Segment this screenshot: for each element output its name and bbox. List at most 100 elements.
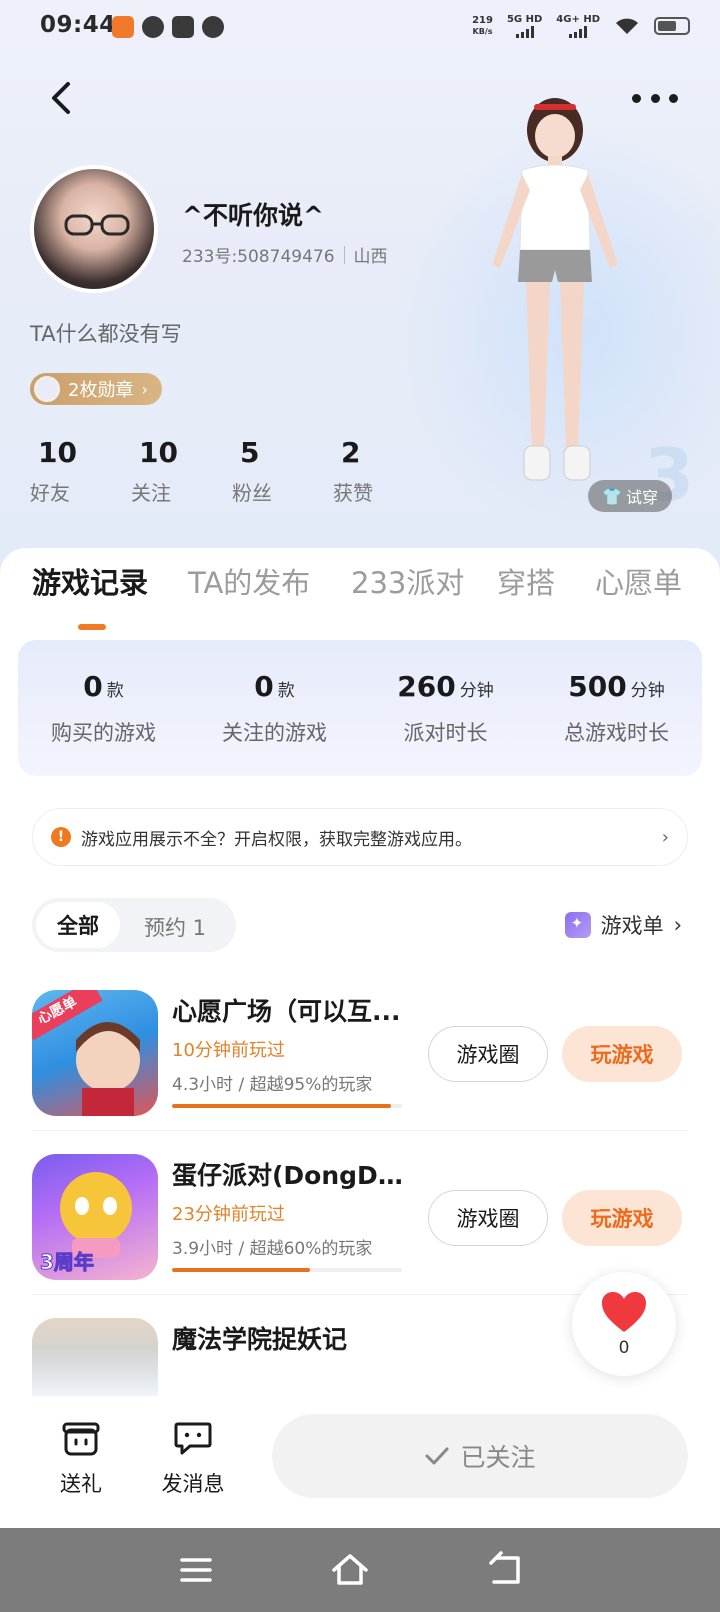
app-notification-icon [112, 16, 134, 38]
stat-label: 好友 [30, 481, 70, 505]
menu-icon[interactable] [176, 1550, 216, 1590]
filter-preorder[interactable]: 预约 1 [144, 912, 206, 942]
game-icon: 3周年 [32, 1154, 158, 1280]
warning-icon: ! [51, 827, 71, 847]
summary-followed[interactable]: 0款 关注的游戏 [189, 640, 360, 776]
like-count: 0 [618, 1338, 630, 1358]
avatar[interactable] [30, 165, 158, 293]
playtime-progress-fill [172, 1268, 310, 1272]
summary-label: 派对时长 [403, 721, 488, 745]
notification-icons [112, 16, 224, 38]
signal-bars-icon [515, 26, 534, 38]
stat-likes[interactable]: 2 获赞 [333, 436, 434, 506]
send-gift-button[interactable]: 送礼 [36, 1416, 126, 1498]
signal-4g: 4G+ HD [556, 14, 600, 38]
heart-icon [602, 1292, 646, 1332]
play-game-button[interactable]: 玩游戏 [562, 1026, 682, 1082]
filter-all[interactable]: 全部 [36, 902, 120, 948]
game-list-label: 游戏单 [600, 914, 664, 938]
summary-value: 0 [254, 670, 274, 703]
tab-outfits[interactable]: 穿搭 [497, 560, 555, 602]
game-filter: 全部 预约 1 [32, 898, 236, 952]
game-icon: 心愿单 [32, 990, 158, 1116]
game-last-played: 10分钟前玩过 [172, 1040, 285, 1061]
summary-value: 500 [568, 670, 627, 703]
tab-posts[interactable]: TA的发布 [188, 560, 310, 602]
user-bio: TA什么都没有写 [30, 322, 182, 346]
playtime-progress [172, 1268, 402, 1272]
game-title: 心愿广场（可以互... [172, 997, 401, 1026]
summary-total-time[interactable]: 500 分钟 总游戏时长 [531, 640, 702, 776]
glasses-detail [64, 214, 130, 236]
tab-233-party[interactable]: 233派对 [351, 560, 464, 602]
signal-5g-label: 5G HD [506, 14, 543, 25]
stat-value: 10 [139, 436, 178, 469]
followed-button[interactable]: 已关注 [272, 1414, 688, 1498]
shirt-icon: 👕 [602, 486, 622, 506]
summary-value: 0 [83, 670, 103, 703]
game-circle-button[interactable]: 游戏圈 [428, 1190, 548, 1246]
try-on-button[interactable]: 👕 试穿 [588, 480, 672, 512]
stat-value: 10 [38, 436, 77, 469]
chevron-right-icon: › [141, 379, 148, 399]
game-playtime: 4.3小时 / 超越95%的玩家 [172, 1075, 373, 1095]
stat-friends[interactable]: 10 好友 [30, 436, 131, 506]
summary-value: 260 [397, 670, 456, 703]
playtime-progress-fill [172, 1104, 391, 1108]
avatar-3d-figure[interactable] [470, 90, 640, 500]
send-message-button[interactable]: 发消息 [148, 1416, 238, 1498]
try-on-label: 试穿 [625, 488, 658, 507]
stat-label: 关注 [131, 481, 171, 505]
game-list-icon [564, 912, 591, 938]
nickname: ^不听你说^ [182, 201, 324, 230]
permission-notice[interactable]: ! 游戏应用展示不全？开启权限，获取完整游戏应用。 › [32, 808, 688, 866]
summary-unit: 分钟 [630, 681, 665, 701]
signal-bars-icon [569, 26, 588, 38]
user-id[interactable]: 233号:508749476 [182, 242, 335, 267]
tab-game-records[interactable]: 游戏记录 [32, 560, 148, 602]
like-button[interactable]: 0 [572, 1272, 676, 1376]
game-circle-button[interactable]: 游戏圈 [428, 1026, 548, 1082]
summary-purchased[interactable]: 0款 购买的游戏 [18, 640, 189, 776]
message-label: 发消息 [161, 1472, 225, 1496]
profile-stats: 10 好友 10 关注 5 粉丝 2 获赞 [30, 436, 434, 506]
summary-party-time[interactable]: 260 分钟 派对时长 [360, 640, 531, 776]
game-playtime: 3.9小时 / 超越60%的玩家 [172, 1239, 373, 1259]
status-bar: 09:44 219 KB/s 5G HD 4G+ HD [0, 0, 720, 56]
game-item[interactable]: 心愿单 心愿广场（可以互... 10分钟前玩过 4.3小时 / 超越95%的玩家… [32, 990, 688, 1120]
summary-label: 购买的游戏 [51, 721, 156, 745]
game-icon-label: 3周年 [40, 1250, 95, 1275]
back-nav-icon[interactable] [486, 1550, 526, 1590]
wifi-icon [616, 18, 638, 34]
speed-unit: KB/s [472, 27, 493, 36]
play-game-button[interactable]: 玩游戏 [562, 1190, 682, 1246]
status-time: 09:44 [40, 12, 116, 38]
system-navigation-bar [0, 1528, 720, 1612]
home-icon[interactable] [330, 1550, 370, 1590]
back-button[interactable] [44, 78, 80, 118]
gift-label: 送礼 [60, 1472, 102, 1496]
network-speed: 219 KB/s [472, 15, 493, 37]
check-icon [425, 1447, 449, 1465]
notice-text: 游戏应用展示不全？开启权限，获取完整游戏应用。 [81, 829, 472, 850]
chevron-right-icon: › [673, 913, 682, 937]
chevron-right-icon: › [661, 826, 669, 848]
medal-icon [34, 376, 60, 402]
sync-icon [142, 16, 164, 38]
battery-icon [654, 17, 690, 35]
medal-button[interactable]: 2枚勋章 › [30, 373, 162, 405]
user-location: 山西 [353, 247, 388, 267]
game-last-played: 23分钟前玩过 [172, 1204, 285, 1225]
tab-wishlist[interactable]: 心愿单 [595, 560, 682, 602]
game-item[interactable]: 3周年 蛋仔派对(DongDo... 23分钟前玩过 3.9小时 / 超越60%… [32, 1154, 688, 1284]
stat-label: 粉丝 [232, 481, 272, 505]
message-icon [174, 1422, 212, 1455]
game-list-link[interactable]: 游戏单 › [564, 910, 682, 940]
summary-label: 关注的游戏 [222, 721, 327, 745]
stat-following[interactable]: 10 关注 [131, 436, 232, 506]
card-icon [172, 16, 194, 38]
playtime-progress [172, 1104, 402, 1108]
stat-fans[interactable]: 5 粉丝 [232, 436, 333, 506]
bottom-action-bar: 送礼 发消息 已关注 [0, 1396, 720, 1528]
chat-icon [202, 16, 224, 38]
